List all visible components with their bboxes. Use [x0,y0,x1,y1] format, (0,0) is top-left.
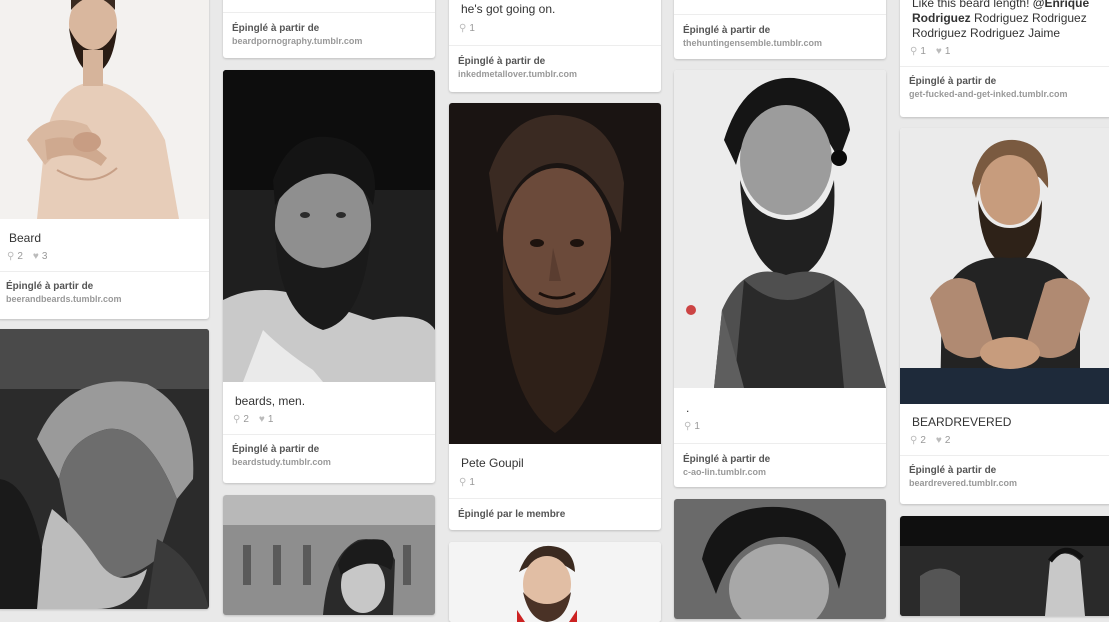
pin-card[interactable]: Épinglé à partir de beardpornography.tum… [223,0,435,58]
pin-stats: ⚲ 2 ♥ 3 [0,251,209,262]
pinned-from-label: Épinglé à partir de [683,454,771,465]
repin-icon: ⚲ [684,421,692,432]
pin-source-link[interactable]: beardrevered.tumblr.com [909,477,1103,489]
pin-source-link[interactable]: get-fucked-and-get-inked.tumblr.com [909,88,1103,100]
pin-source-link[interactable]: beardstudy.tumblr.com [232,456,426,468]
pin-photo[interactable] [449,542,661,622]
user-mention-link[interactable]: Rodriguez [912,11,971,25]
repin-icon: ⚲ [233,414,241,425]
pin-attribution[interactable]: Épinglé à partir de beerandbeards.tumblr… [0,281,209,305]
pin-card[interactable]: BEARDREVERED ⚲ 2 ♥ 2 Épinglé à partir de b… [900,128,1109,504]
pin-source-link[interactable]: beerandbeards.tumblr.com [6,293,200,305]
like-count: ♥ 2 [935,435,951,446]
pin-source-link[interactable]: inkedmetallover.tumblr.com [458,68,652,80]
pin-attribution[interactable]: Épinglé à partir de beardrevered.tumblr.… [900,465,1109,489]
pin-photo[interactable] [674,70,886,388]
repin-count: ⚲ 1 [910,46,926,57]
pinned-from-label: Épinglé à partir de [458,56,546,67]
pin-card[interactable] [223,495,435,615]
pin-card[interactable]: he's got going on. ⚲ 1 Épinglé à partir d… [449,0,661,92]
repin-count: ⚲ 1 [459,477,475,488]
pinned-by-member-label: Épinglé par le membre [458,509,566,520]
pinned-from-label: Épinglé à partir de [909,76,997,87]
pin-attribution[interactable]: Épinglé à partir de beardpornography.tum… [223,23,435,47]
pin-source-link[interactable]: beardpornography.tumblr.com [232,35,426,47]
repin-icon: ⚲ [910,435,918,446]
pin-card[interactable]: Beard ⚲ 2 ♥ 3 Épinglé à partir de beerandb… [0,0,209,319]
pin-stats: ⚲ 1 [449,477,661,488]
repin-count: ⚲ 2 [233,414,249,425]
pin-description: . [686,401,690,415]
like-count: ♥ 1 [258,414,274,425]
pinned-from-label: Épinglé à partir de [6,281,94,292]
pin-attribution[interactable]: Épinglé à partir de thehuntingensemble.t… [674,25,886,49]
pin-photo[interactable] [900,128,1109,404]
heart-icon: ♥ [258,414,265,425]
pin-attribution[interactable]: Épinglé à partir de get-fucked-and-get-i… [900,76,1109,100]
pin-stats: ⚲ 2 ♥ 1 [223,414,435,425]
pin-description: Beard [9,231,42,245]
repin-icon: ⚲ [7,251,15,262]
heart-icon: ♥ [32,251,39,262]
pin-photo[interactable] [223,70,435,382]
pinned-from-label: Épinglé à partir de [232,23,320,34]
like-count: ♥ 1 [935,46,951,57]
repin-icon: ⚲ [910,46,918,57]
pin-source-link[interactable]: thehuntingensemble.tumblr.com [683,37,877,49]
heart-icon: ♥ [935,435,942,446]
pin-description: Pete Goupil [461,456,524,470]
pin-attribution[interactable]: Épinglé à partir de beardstudy.tumblr.co… [223,444,435,468]
pin-attribution[interactable]: Épinglé à partir de c-ao-lin.tumblr.com [674,454,886,478]
pin-photo[interactable] [0,0,209,219]
pin-photo[interactable] [223,495,435,615]
repin-icon: ⚲ [459,23,467,34]
pin-description: BEARDREVERED [912,415,1012,429]
pin-description: he's got going on. [461,2,556,16]
pin-photo[interactable] [449,103,661,444]
pin-stats: ⚲ 1 ♥ 1 [900,46,1109,57]
pin-stats: ⚲ 2 ♥ 2 [900,435,1109,446]
pin-card[interactable]: beards, men. ⚲ 2 ♥ 1 Épinglé à partir de b… [223,70,435,483]
pin-description: Like this beard length! @Enrique Rodrigu… [900,0,1109,41]
heart-icon: ♥ [935,46,942,57]
pin-photo[interactable] [900,516,1109,616]
pin-card[interactable]: Like this beard length! @Enrique Rodrigu… [900,0,1109,117]
pin-attribution[interactable]: Épinglé par le membre [449,509,661,521]
pin-attribution[interactable]: Épinglé à partir de inkedmetallover.tumb… [449,56,661,80]
repin-count: ⚲ 1 [684,421,700,432]
pin-card[interactable]: Pete Goupil ⚲ 1 Épinglé par le membre [449,103,661,530]
like-count: ♥ 3 [32,251,48,262]
pin-card[interactable] [0,329,209,609]
pin-card[interactable]: Épinglé à partir de thehuntingensemble.t… [674,0,886,59]
pinned-from-label: Épinglé à partir de [232,444,320,455]
pin-photo[interactable] [0,329,209,609]
pin-card[interactable]: . ⚲ 1 Épinglé à partir de c-ao-lin.tumblr… [674,70,886,487]
repin-count: ⚲ 2 [910,435,926,446]
pin-source-link[interactable]: c-ao-lin.tumblr.com [683,466,877,478]
pinned-from-label: Épinglé à partir de [909,465,997,476]
pin-card[interactable] [900,516,1109,616]
user-mention-link[interactable]: @Enrique [1033,0,1089,10]
repin-count: ⚲ 2 [7,251,23,262]
pin-card[interactable] [449,542,661,622]
pin-description: beards, men. [235,394,306,408]
pin-card[interactable] [674,499,886,619]
pin-photo[interactable] [674,499,886,619]
repin-count: ⚲ 1 [459,23,475,34]
pin-stats: ⚲ 1 [674,421,886,432]
repin-icon: ⚲ [459,477,467,488]
pinned-from-label: Épinglé à partir de [683,25,771,36]
pin-stats: ⚲ 1 [449,23,661,34]
